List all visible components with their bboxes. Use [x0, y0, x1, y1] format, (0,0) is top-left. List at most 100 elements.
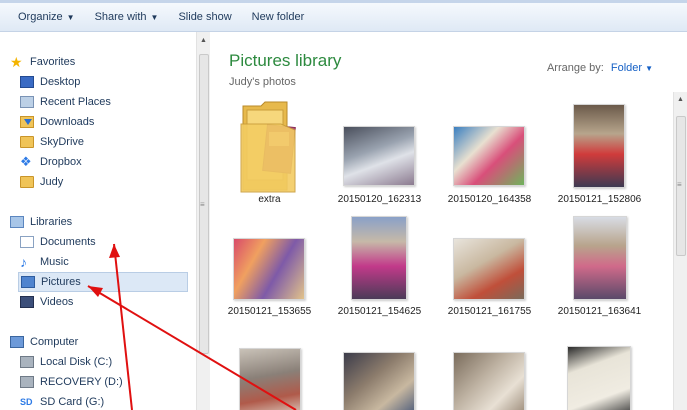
nav-local-disk[interactable]: Local Disk (C:)	[20, 352, 112, 372]
photo-name: 20150121_161755	[447, 306, 532, 317]
nav-dropbox[interactable]: ❖ Dropbox	[20, 152, 82, 172]
photo-thumbnail	[573, 216, 627, 300]
photo-name: 20150120_164358	[447, 194, 532, 205]
hard-drive-icon	[20, 376, 34, 388]
photo-thumbnail	[239, 348, 301, 410]
slide-show-button[interactable]: Slide show	[168, 6, 241, 28]
libraries-icon	[10, 216, 24, 228]
documents-icon	[20, 236, 34, 248]
nav-libraries[interactable]: Libraries	[10, 212, 72, 232]
photo-item[interactable]: 20150121_161755	[437, 214, 542, 326]
photo-item[interactable]: 20150121_152806	[547, 96, 652, 208]
nav-label: Judy	[40, 176, 64, 188]
share-with-menu[interactable]: Share with ▼	[85, 6, 169, 28]
nav-computer[interactable]: Computer	[10, 332, 78, 352]
nav-label: Local Disk (C:)	[40, 356, 113, 368]
photo-name: 20150121_152806	[557, 194, 642, 205]
folder-icon	[239, 100, 299, 196]
chevron-down-icon[interactable]: ▼	[645, 64, 653, 73]
chevron-down-icon: ▼	[66, 13, 75, 22]
photo-item[interactable]	[547, 332, 652, 410]
nav-label: Libraries	[30, 216, 73, 228]
grip-icon: ≡	[200, 200, 205, 209]
nav-pictures[interactable]: Pictures	[18, 272, 188, 292]
photo-thumbnail	[351, 216, 407, 300]
folder-item[interactable]: extra	[217, 96, 322, 208]
nav-label: Computer	[30, 336, 79, 348]
nav-label: SkyDrive	[40, 136, 85, 148]
organize-label: Organize	[18, 11, 63, 23]
nav-label: Dropbox	[40, 156, 82, 168]
nav-label: Desktop	[40, 76, 81, 88]
desktop-icon	[20, 76, 34, 88]
new-folder-button[interactable]: New folder	[242, 6, 315, 28]
nav-videos[interactable]: Videos	[20, 292, 73, 312]
pictures-icon	[21, 276, 35, 288]
nav-skydrive[interactable]: SkyDrive	[20, 132, 84, 152]
nav-label: Videos	[40, 296, 74, 308]
videos-icon	[20, 296, 34, 308]
photo-item[interactable]: 20150121_163641	[547, 214, 652, 326]
photo-thumbnail	[453, 238, 525, 300]
folder-icon	[20, 176, 34, 188]
folder-name: extra	[258, 194, 281, 205]
grip-icon: ≡	[677, 180, 682, 189]
photo-name: 20150121_153655	[227, 306, 312, 317]
nav-sd-card[interactable]: SD SD Card (G:)	[20, 392, 104, 410]
organize-menu[interactable]: Organize ▼	[8, 6, 85, 28]
star-icon: ★	[10, 54, 23, 70]
recent-places-icon	[20, 96, 34, 108]
photo-item[interactable]: 20150121_153655	[217, 214, 322, 326]
photo-item[interactable]	[217, 332, 322, 410]
arrange-by: Arrange by: Folder ▼	[547, 62, 653, 74]
nav-judy[interactable]: Judy	[20, 172, 63, 192]
music-icon: ♪	[20, 254, 27, 270]
photo-item[interactable]: 20150120_162313	[327, 96, 432, 208]
photo-item[interactable]: 20150120_164358	[437, 96, 542, 208]
nav-label: Downloads	[40, 116, 95, 128]
nav-downloads[interactable]: Downloads	[20, 112, 94, 132]
photo-thumbnail	[567, 346, 631, 410]
photo-name: 20150121_163641	[557, 306, 642, 317]
photo-item[interactable]	[327, 332, 432, 410]
photo-thumbnail	[233, 238, 305, 300]
photo-thumbnail	[453, 352, 525, 410]
photo-name: 20150121_154625	[337, 306, 422, 317]
arrange-label: Arrange by:	[546, 62, 604, 74]
scroll-up-icon[interactable]: ▲	[200, 37, 207, 44]
downloads-icon	[20, 116, 34, 128]
sd-card-icon: SD	[20, 397, 33, 407]
chevron-down-icon: ▼	[150, 13, 159, 22]
nav-label: Documents	[40, 236, 96, 248]
page-title: Pictures library	[229, 51, 342, 70]
share-with-label: Share with	[94, 11, 147, 23]
photo-item[interactable]	[437, 332, 542, 410]
content-scrollbar[interactable]: ▲ ≡	[673, 92, 687, 410]
dropbox-icon: ❖	[20, 154, 32, 169]
navigation-pane: ★ Favorites Desktop Recent Places Downloa…	[0, 32, 210, 410]
nav-label: Recent Places	[40, 96, 111, 108]
photo-thumbnail	[453, 126, 525, 186]
nav-music[interactable]: ♪ Music	[20, 252, 69, 272]
nav-label: Pictures	[41, 276, 81, 288]
nav-label: Music	[40, 256, 69, 268]
hard-drive-icon	[20, 356, 34, 368]
nav-recovery[interactable]: RECOVERY (D:)	[20, 372, 123, 392]
nav-documents[interactable]: Documents	[20, 232, 96, 252]
photo-thumbnail	[343, 126, 415, 186]
photo-name: 20150120_162313	[337, 194, 422, 205]
scroll-up-icon[interactable]: ▲	[677, 96, 684, 103]
nav-label: SD Card (G:)	[40, 396, 105, 408]
nav-favorites[interactable]: ★ Favorites	[10, 52, 75, 72]
nav-label: Favorites	[30, 56, 76, 68]
photo-thumbnail	[573, 104, 625, 188]
computer-icon	[10, 336, 24, 348]
photo-item[interactable]: 20150121_154625	[327, 214, 432, 326]
folder-icon	[20, 136, 34, 148]
photo-thumbnail	[343, 352, 415, 410]
nav-recent-places[interactable]: Recent Places	[20, 92, 111, 112]
nav-scrollbar[interactable]: ▲ ≡	[196, 32, 210, 410]
nav-desktop[interactable]: Desktop	[20, 72, 80, 92]
content-pane: Pictures library Judy's photos Arrange b…	[211, 32, 687, 410]
arrange-dropdown[interactable]: Folder	[611, 62, 642, 74]
